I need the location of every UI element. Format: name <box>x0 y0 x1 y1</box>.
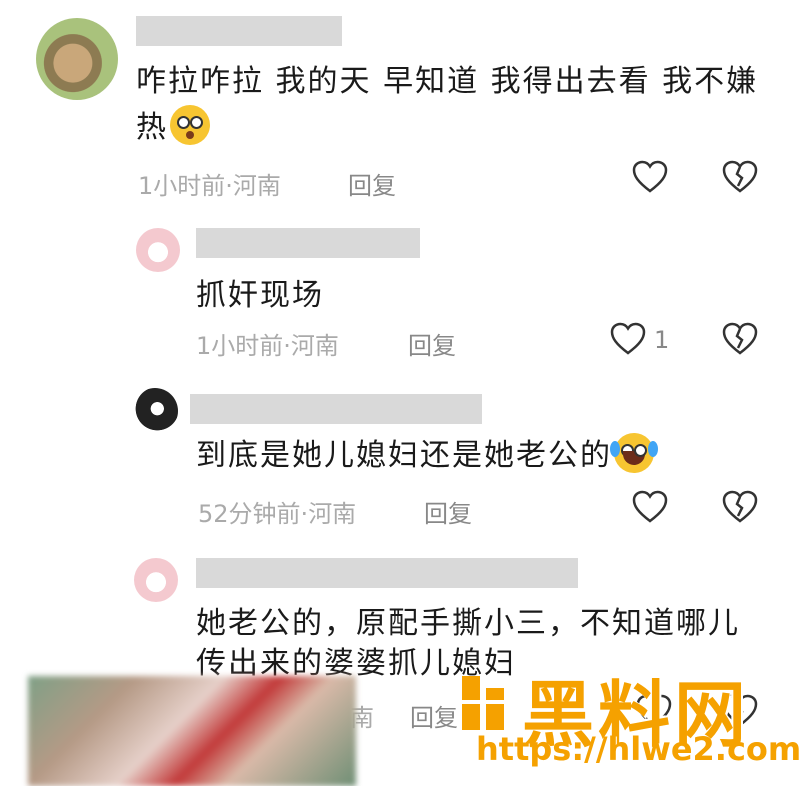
reply-button[interactable]: 回复 <box>424 494 472 529</box>
dislike-broken-heart-icon[interactable] <box>722 490 758 524</box>
like-count: 1 <box>654 326 670 354</box>
comment-meta: 1小时前·河南 <box>196 332 339 360</box>
avatar-hamster[interactable] <box>36 18 118 100</box>
laughing-tears-emoji-icon <box>610 432 658 473</box>
comment-text: 到底是她儿媳妇还是她老公的 <box>196 432 658 480</box>
dislike-broken-heart-icon[interactable] <box>722 160 758 194</box>
like-heart-icon[interactable] <box>610 322 646 356</box>
astonished-emoji-icon <box>170 104 210 145</box>
comment-text: 咋拉咋拉 我的天 早知道 我得出去看 我不嫌 <box>136 64 759 99</box>
reply-button[interactable]: 回复 <box>348 166 396 201</box>
username-redacted[interactable] <box>136 16 342 46</box>
avatar-dark-sketch[interactable] <box>132 388 178 434</box>
comment-text-line2: 热 <box>136 104 210 152</box>
dislike-broken-heart-icon[interactable] <box>722 322 758 356</box>
watermark-url: https://hlwe2.com <box>476 730 800 768</box>
like-heart-icon[interactable] <box>632 490 668 524</box>
username-redacted[interactable] <box>190 394 482 424</box>
avatar-pink-cartoon[interactable] <box>136 228 180 272</box>
avatar-pink-cartoon[interactable] <box>134 558 178 602</box>
like-heart-icon[interactable] <box>632 160 668 194</box>
comment-meta: 52分钟前·河南 <box>198 500 357 528</box>
blurred-photo-overlay <box>28 676 356 786</box>
username-redacted[interactable] <box>196 558 578 588</box>
comment-text: 抓奸现场 <box>196 278 324 313</box>
username-redacted[interactable] <box>196 228 420 258</box>
reply-button[interactable]: 回复 <box>410 698 458 733</box>
reply-button[interactable]: 回复 <box>408 326 456 361</box>
comment-meta: 1小时前·河南 <box>138 172 281 200</box>
